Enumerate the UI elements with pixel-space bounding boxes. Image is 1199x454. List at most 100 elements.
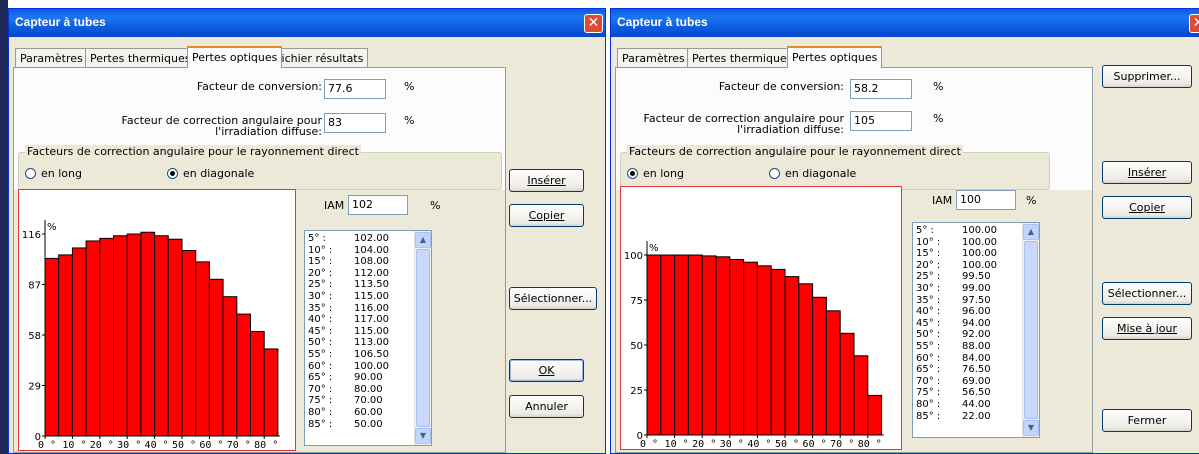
conversion-input[interactable]: 58.2 [850,79,912,99]
bar [770,268,786,436]
list-item-value: 50.00 [354,418,383,430]
fermer-button[interactable]: Fermer [1102,409,1192,432]
bar [784,276,800,436]
list-item-value: 90.00 [354,372,383,384]
y-tick-label: 29 [28,382,41,393]
list-item-value: 117.00 [354,314,389,326]
bar [113,235,128,437]
list-item-value: 106.50 [354,349,389,360]
list-item-angle: 45° : [916,317,941,329]
list-item-angle: 50° : [916,329,941,341]
title-bar[interactable]: Capteur à tubes ✕ [611,9,1199,37]
conversion-input[interactable]: 77.6 [324,79,386,99]
list-item-angle: 20° : [916,259,941,271]
x-tick-label: 0 ° [38,440,56,450]
list-scrollbar[interactable]: ▲ ▼ [414,231,431,445]
selectionner-button[interactable]: Sélectionner... [1102,282,1192,305]
list-item-angle: 80° : [308,407,333,418]
radio-en-diagonale[interactable] [769,168,780,179]
scroll-down-icon[interactable]: ▼ [1023,420,1039,436]
supprimer-button[interactable]: Supprimer... [1102,65,1192,88]
tab-parametres[interactable]: Paramètres [617,48,690,67]
tab-parametres[interactable]: Paramètres [15,48,88,67]
radio-en-long-label: en long [643,167,684,180]
inserer-button[interactable]: Insérer [1102,161,1192,184]
tab-pertes-optiques[interactable]: Pertes optiques [787,46,883,68]
scroll-up-icon[interactable]: ▲ [1023,224,1039,240]
bar [208,278,224,437]
y-tick-label: 50 [630,341,643,352]
list-item-value: 44.00 [962,399,991,410]
radio-en-diagonale[interactable] [167,168,178,179]
iam-angle-list[interactable]: ▲ ▼ 5° : 100.00 10° : 100.00 15° : 100.00 20° … [912,222,1040,438]
bar [798,283,814,436]
list-item-value: 94.00 [962,317,991,329]
scroll-thumb[interactable] [1024,241,1038,419]
list-item-value: 99.50 [962,271,991,283]
list-item-angle: 25° : [308,279,333,291]
list-item-angle: 60° : [308,360,333,372]
diffuse-unit: % [933,112,944,125]
scroll-up-icon[interactable]: ▲ [415,232,431,248]
close-icon[interactable]: ✕ [1189,14,1199,33]
copier-button[interactable]: Copier [509,204,584,227]
y-tick-label: 116 [22,230,41,241]
tab-fichier-resultats[interactable]: Fichier résultats [271,48,369,67]
list-item-value: 70.00 [354,395,383,407]
bar [58,254,73,437]
copier-button[interactable]: Copier [1102,196,1192,219]
list-item-angle: 85° : [916,410,941,422]
tab-pertes-thermiques[interactable]: Pertes thermiques [85,48,196,67]
direct-radiation-group: Facteurs de correction angulaire pour le… [18,145,502,190]
radio-en-long[interactable] [25,168,36,179]
list-item-value: 76.50 [962,364,991,376]
close-icon[interactable]: ✕ [584,14,603,33]
window-title: Capteur à tubes [15,15,106,29]
diffuse-input[interactable]: 83 [324,113,386,133]
list-item-angle: 35° : [308,302,333,314]
list-item-angle: 25° : [916,271,941,283]
list-item-angle: 55° : [308,349,333,360]
list-item-angle: 65° : [916,364,941,376]
y-tick-label: 87 [28,281,41,292]
list-item-angle: 40° : [308,314,333,326]
x-tick-label: 40 ° [747,439,771,449]
scroll-thumb[interactable] [416,249,430,427]
selectionner-button[interactable]: Sélectionner... [509,287,597,310]
list-item-value: 102.00 [354,233,389,244]
list-item-value: 92.00 [962,329,991,341]
list-item-value: 104.00 [354,244,389,256]
tab-pertes-optiques[interactable]: Pertes optiques [187,46,283,68]
iam-angle-list[interactable]: ▲ ▼ 5° : 102.00 10° : 104.00 15° : 108.00 20° … [304,230,432,446]
list-item-value: 115.00 [354,325,389,337]
conversion-label: Facteur de conversion: [718,80,844,93]
title-bar[interactable]: Capteur à tubes ✕ [9,9,605,37]
list-item-value: 80.00 [354,383,383,395]
list-scrollbar[interactable]: ▲ ▼ [1022,223,1039,437]
group-title: Facteurs de correction angulaire pour le… [25,145,361,158]
radio-en-long-label: en long [41,167,82,180]
bar [44,257,60,437]
bar [812,296,827,436]
radio-en-long[interactable] [627,168,638,179]
button-sidebar [506,37,605,453]
tab-pertes-thermiques[interactable]: Pertes thermiques [687,48,798,67]
list-item-value: 97.50 [962,294,991,306]
iam-input[interactable]: 100 [956,190,1016,210]
ok-button[interactable]: OK [509,359,584,382]
inserer-label: Insérer [1127,166,1167,179]
scroll-down-icon[interactable]: ▼ [415,428,431,444]
mise-a-jour-button[interactable]: Mise à jour [1102,317,1192,340]
group-title: Facteurs de correction angulaire pour le… [627,145,963,158]
diffuse-input[interactable]: 105 [850,111,912,131]
inserer-button[interactable]: Insérer [509,169,584,192]
annuler-button[interactable]: Annuler [509,395,584,418]
iam-input[interactable]: 102 [348,195,408,215]
copier-label: Copier [528,209,565,222]
list-item-value: 115.00 [354,291,389,302]
list-item-angle: 45° : [308,325,333,337]
mise-a-jour-label: Mise à jour [1116,322,1178,335]
list-item-angle: 85° : [308,418,333,430]
list-item-angle: 5° : [308,233,326,244]
list-item-value: 116.00 [354,302,389,314]
